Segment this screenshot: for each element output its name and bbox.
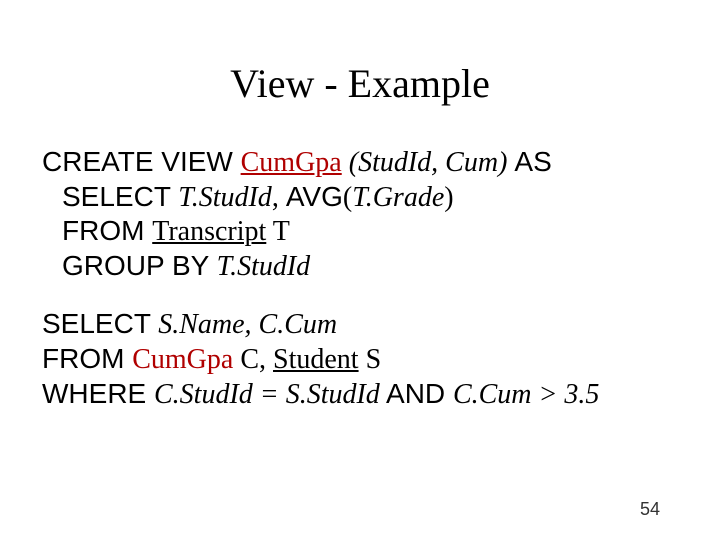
group-by-line: GROUP BY T.StudId xyxy=(42,249,682,284)
args-close: ) xyxy=(498,147,514,178)
q-col1: S.Name xyxy=(158,309,244,340)
page-number: 54 xyxy=(640,499,660,520)
kw-group-by: GROUP BY xyxy=(62,250,217,281)
q-from-view: CumGpa xyxy=(132,344,233,375)
q-select-line: SELECT S.Name, C.Cum xyxy=(42,307,682,342)
slide: View - Example CREATE VIEW CumGpa (StudI… xyxy=(0,0,720,540)
q-from-table-alias: S xyxy=(359,344,382,375)
q-from-table: Student xyxy=(273,344,359,375)
cond-left: C.StudId xyxy=(154,379,253,410)
cond2-right: 3.5 xyxy=(564,379,599,410)
kw-where: WHERE xyxy=(42,378,154,409)
kw-as: AS xyxy=(514,146,551,177)
arg-studid: StudId xyxy=(358,147,431,178)
arg-sep: , xyxy=(431,147,445,178)
cond-eq: = xyxy=(253,379,286,410)
view-name: CumGpa xyxy=(241,147,342,178)
from-alias: T xyxy=(266,216,290,247)
avg-open: ( xyxy=(343,182,352,213)
kw-select: SELECT xyxy=(62,181,178,212)
avg-close: ) xyxy=(444,182,453,213)
q-col2: C.Cum xyxy=(259,309,338,340)
kw-create-view: CREATE VIEW xyxy=(42,146,241,177)
arg-cum: Cum xyxy=(445,147,498,178)
q-sep1: , xyxy=(245,309,259,340)
kw-from2: FROM xyxy=(42,343,132,374)
from-line: FROM Transcript T xyxy=(42,214,682,249)
kw-avg: AVG xyxy=(286,181,343,212)
q-from-line: FROM CumGpa C, Student S xyxy=(42,342,682,377)
cond-right: S.StudId xyxy=(286,379,380,410)
avg-arg: T.Grade xyxy=(352,182,444,213)
args-open: ( xyxy=(342,147,358,178)
select-col1: T.StudId xyxy=(178,182,272,213)
select-line: SELECT T.StudId, AVG(T.Grade) xyxy=(42,180,682,215)
from-table: Transcript xyxy=(152,216,266,247)
q-where-line: WHERE C.StudId = S.StudId AND C.Cum > 3.… xyxy=(42,377,682,412)
cond2-left: C.Cum xyxy=(453,379,532,410)
select-sep: , xyxy=(272,182,286,213)
query-block: SELECT S.Name, C.Cum FROM CumGpa C, Stud… xyxy=(42,307,682,411)
create-view-block: CREATE VIEW CumGpa (StudId, Cum) AS SELE… xyxy=(42,145,682,283)
cond2-op: > xyxy=(532,379,565,410)
kw-select2: SELECT xyxy=(42,308,158,339)
group-col: T.StudId xyxy=(217,251,311,282)
slide-body: CREATE VIEW CumGpa (StudId, Cum) AS SELE… xyxy=(42,145,682,411)
create-view-line: CREATE VIEW CumGpa (StudId, Cum) AS xyxy=(42,145,682,180)
q-from-view-alias: C, xyxy=(233,344,273,375)
slide-title: View - Example xyxy=(0,60,720,107)
kw-from: FROM xyxy=(62,215,152,246)
kw-and: AND xyxy=(380,378,453,409)
